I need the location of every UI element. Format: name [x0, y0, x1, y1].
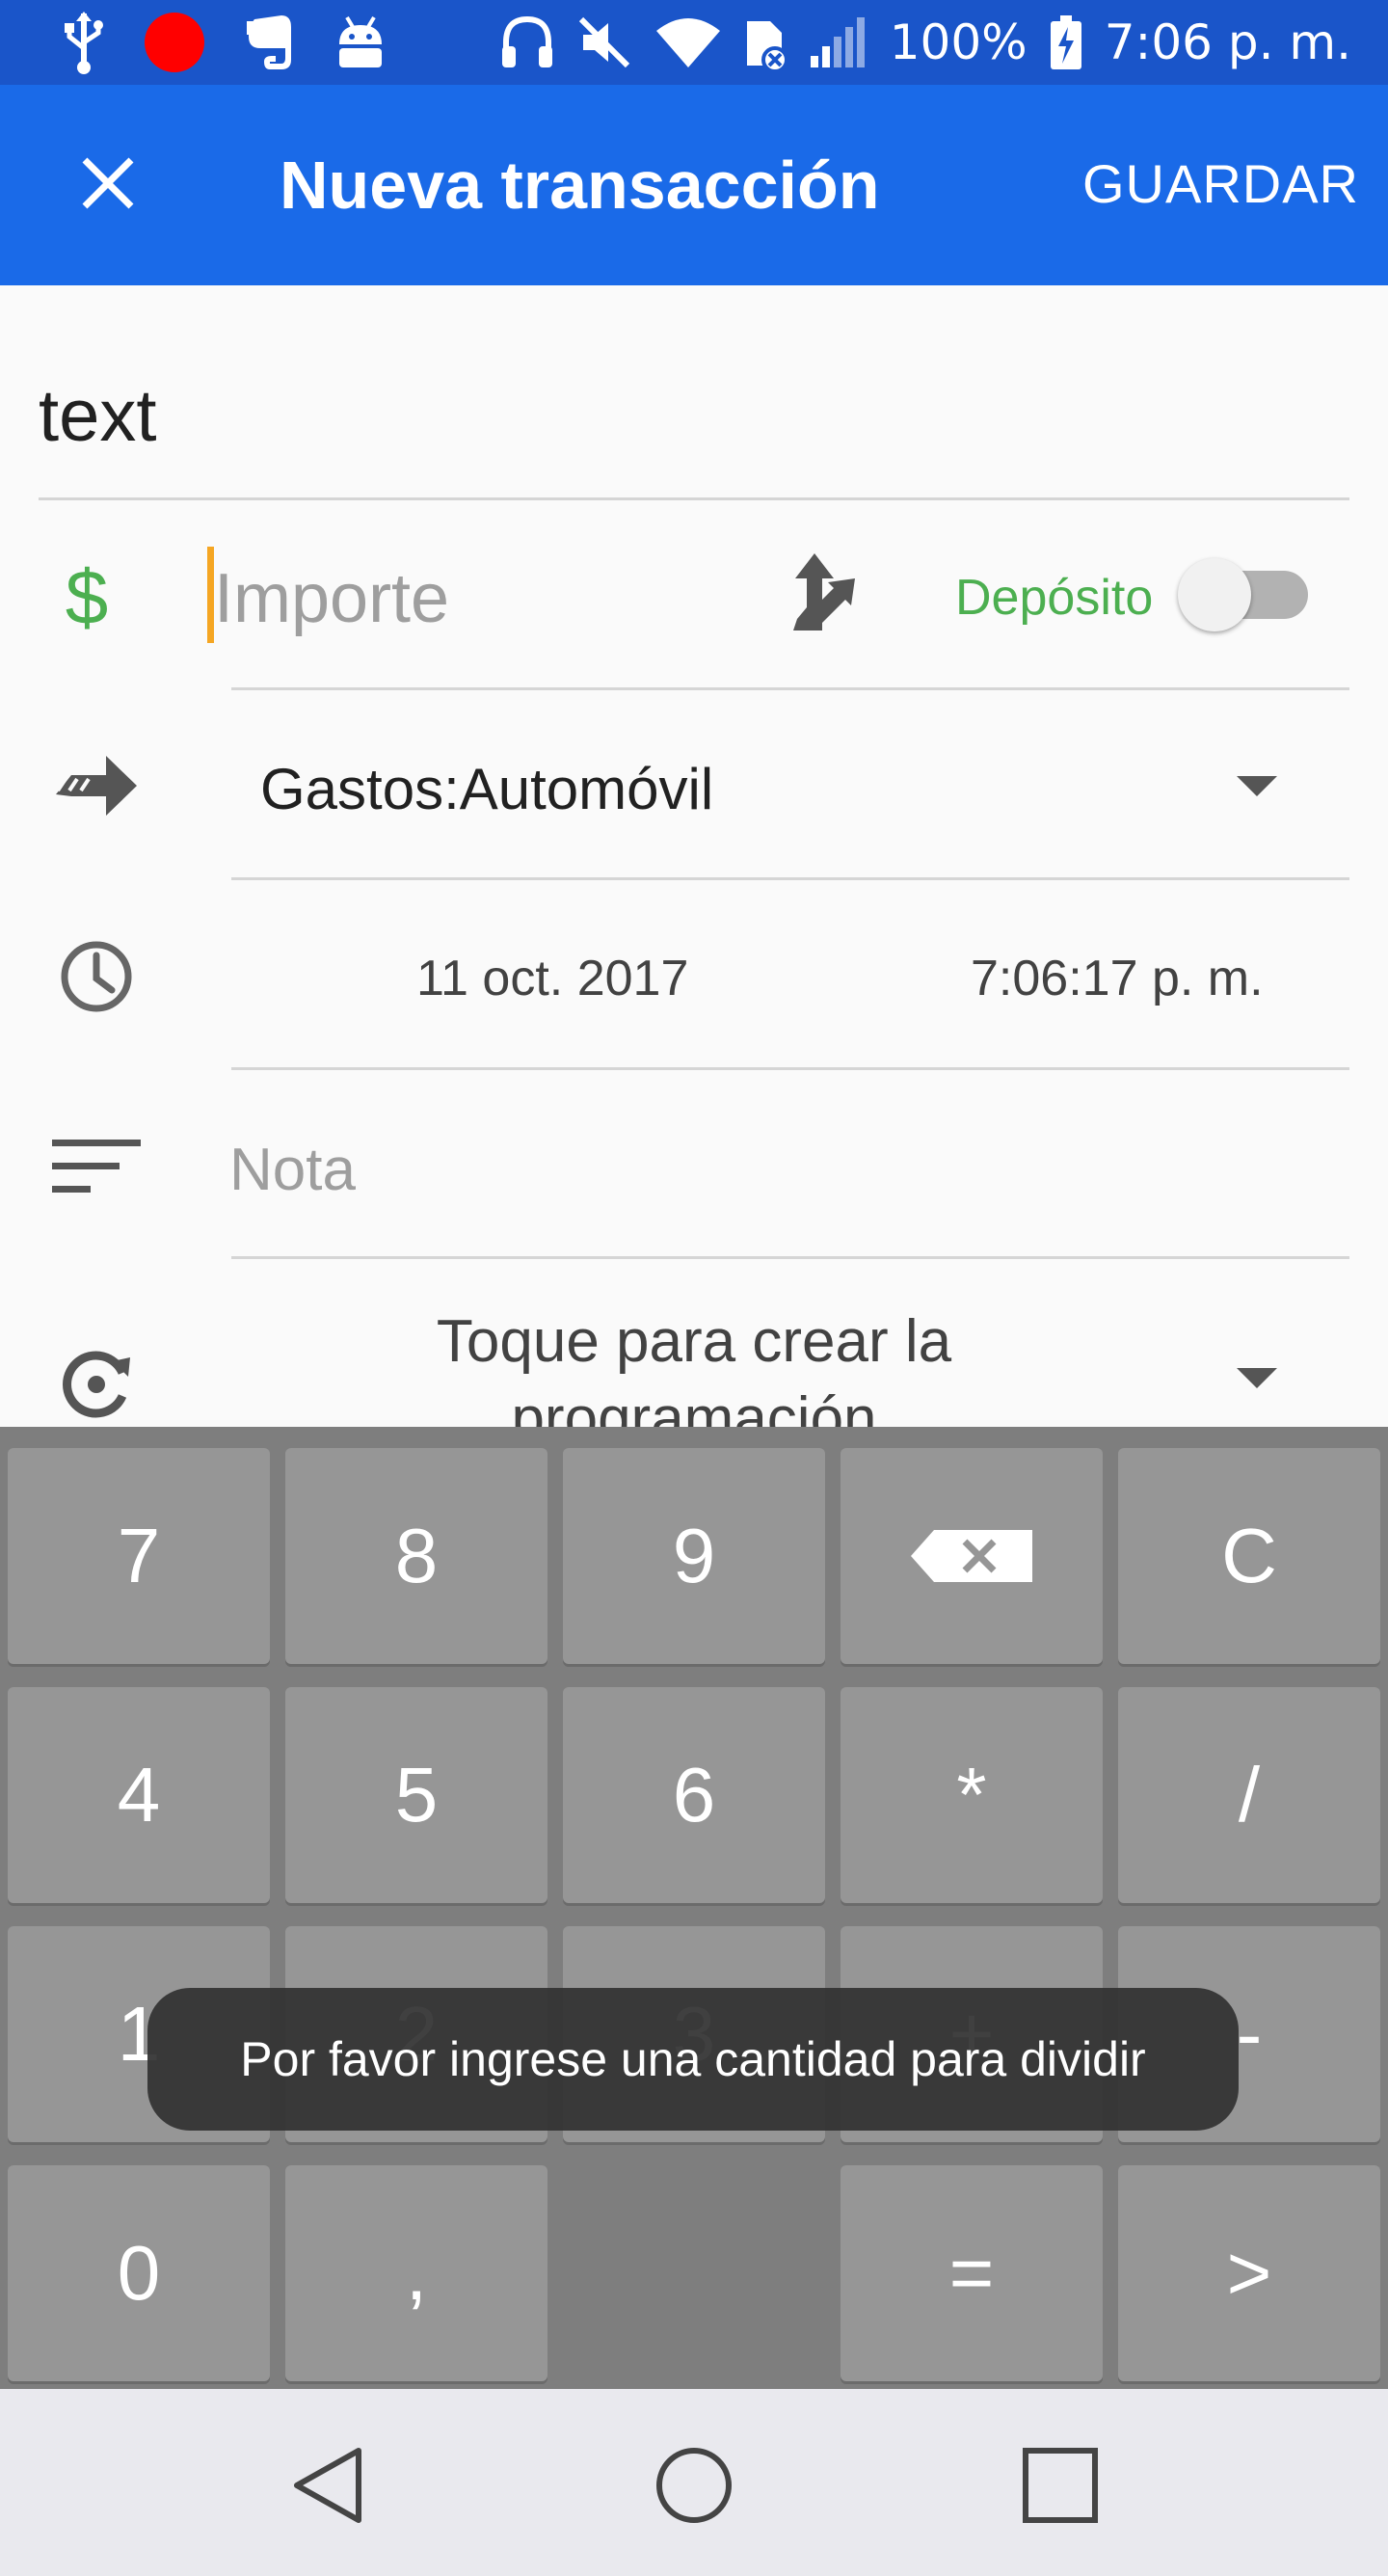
currency-symbol-text: $: [65, 554, 109, 640]
key-equals[interactable]: =: [841, 2165, 1103, 2381]
key-clear[interactable]: C: [1118, 1448, 1380, 1664]
page-title: Nueva transacción: [280, 148, 880, 223]
key-multiply[interactable]: *: [841, 1687, 1103, 1903]
description-input[interactable]: text: [39, 374, 157, 458]
amount-divider: [231, 687, 1349, 690]
close-button[interactable]: [60, 135, 156, 231]
nav-recents-button[interactable]: [1002, 2428, 1118, 2543]
headphones-icon: [501, 15, 552, 67]
account-dropdown-arrow-icon[interactable]: [1237, 776, 1277, 796]
key-9[interactable]: 9: [563, 1448, 825, 1664]
account-select[interactable]: Gastos:Automóvil: [260, 756, 713, 822]
save-button[interactable]: GUARDAR: [1082, 152, 1359, 215]
no-sim-icon: [746, 21, 787, 71]
deposit-toggle-thumb[interactable]: [1178, 558, 1251, 631]
toast-message: Por favor ingrese una cantidad para divi…: [147, 1988, 1239, 2131]
deposit-label: Depósito: [955, 570, 1154, 626]
key-next[interactable]: >: [1118, 2165, 1380, 2381]
notes-icon: [52, 1140, 141, 1193]
backspace-icon: [911, 1530, 1032, 1582]
recurrence-icon: [63, 1351, 130, 1418]
home-circle-icon: [656, 2448, 732, 2523]
android-debug-icon: [339, 15, 382, 67]
note-input[interactable]: Nota: [229, 1136, 356, 1204]
date-picker[interactable]: 11 oct. 2017: [416, 950, 688, 1007]
date-divider: [231, 1067, 1349, 1070]
signal-icon: [810, 17, 865, 67]
battery-percentage: 100%: [889, 14, 1028, 70]
usb-icon: [65, 12, 103, 74]
mute-icon: [578, 16, 629, 68]
split-icon[interactable]: [786, 550, 863, 636]
record-icon: [145, 13, 204, 72]
battery-charging-icon: [1050, 15, 1081, 69]
note-divider: [231, 1256, 1349, 1259]
key-comma[interactable]: ,: [285, 2165, 547, 2381]
nav-back-button[interactable]: [270, 2428, 386, 2543]
key-divide[interactable]: /: [1118, 1687, 1380, 1903]
key-4[interactable]: 4: [8, 1687, 270, 1903]
recents-square-icon: [1023, 2448, 1098, 2523]
key-7[interactable]: 7: [8, 1448, 270, 1664]
status-notification-icons: [60, 10, 389, 75]
description-divider: [39, 497, 1349, 500]
recurrence-icon-wrap: [53, 1340, 140, 1427]
nav-home-button[interactable]: [636, 2428, 752, 2543]
app-toolbar: Nueva transacción GUARDAR: [0, 85, 1388, 285]
key-blank: [563, 2165, 825, 2381]
wifi-icon: [655, 18, 720, 67]
text-cursor: [207, 547, 214, 643]
key-0[interactable]: 0: [8, 2165, 270, 2381]
clock-icon: [61, 941, 132, 1012]
time-picker[interactable]: 7:06:17 p. m.: [971, 950, 1264, 1007]
schedule-dropdown-arrow-icon[interactable]: [1237, 1368, 1277, 1388]
notes-icon-wrap: [48, 1128, 145, 1205]
key-8[interactable]: 8: [285, 1448, 547, 1664]
status-system-icons: 100% 7:06 p. m.: [500, 10, 1351, 75]
close-icon: [82, 157, 134, 209]
status-time: 7:06 p. m.: [1104, 14, 1351, 70]
clock-icon-wrap: [53, 933, 140, 1020]
back-triangle-icon: [294, 2448, 361, 2523]
calculator-keypad: 7 8 9 C 4 5 6 * / 1 2 3 + - 0 , = >: [0, 1427, 1388, 2389]
key-backspace[interactable]: [841, 1448, 1103, 1664]
system-nav-bar: [0, 2389, 1388, 2576]
amount-input[interactable]: Importe: [214, 559, 449, 638]
key-5[interactable]: 5: [285, 1687, 547, 1903]
key-6[interactable]: 6: [563, 1687, 825, 1903]
account-divider: [231, 877, 1349, 880]
transfer-arrow-icon: [56, 756, 137, 816]
status-bar: 100% 7:06 p. m.: [0, 0, 1388, 85]
transfer-icon-wrap: [48, 742, 145, 829]
currency-symbol: $: [48, 550, 125, 646]
evernote-icon: [247, 15, 291, 69]
